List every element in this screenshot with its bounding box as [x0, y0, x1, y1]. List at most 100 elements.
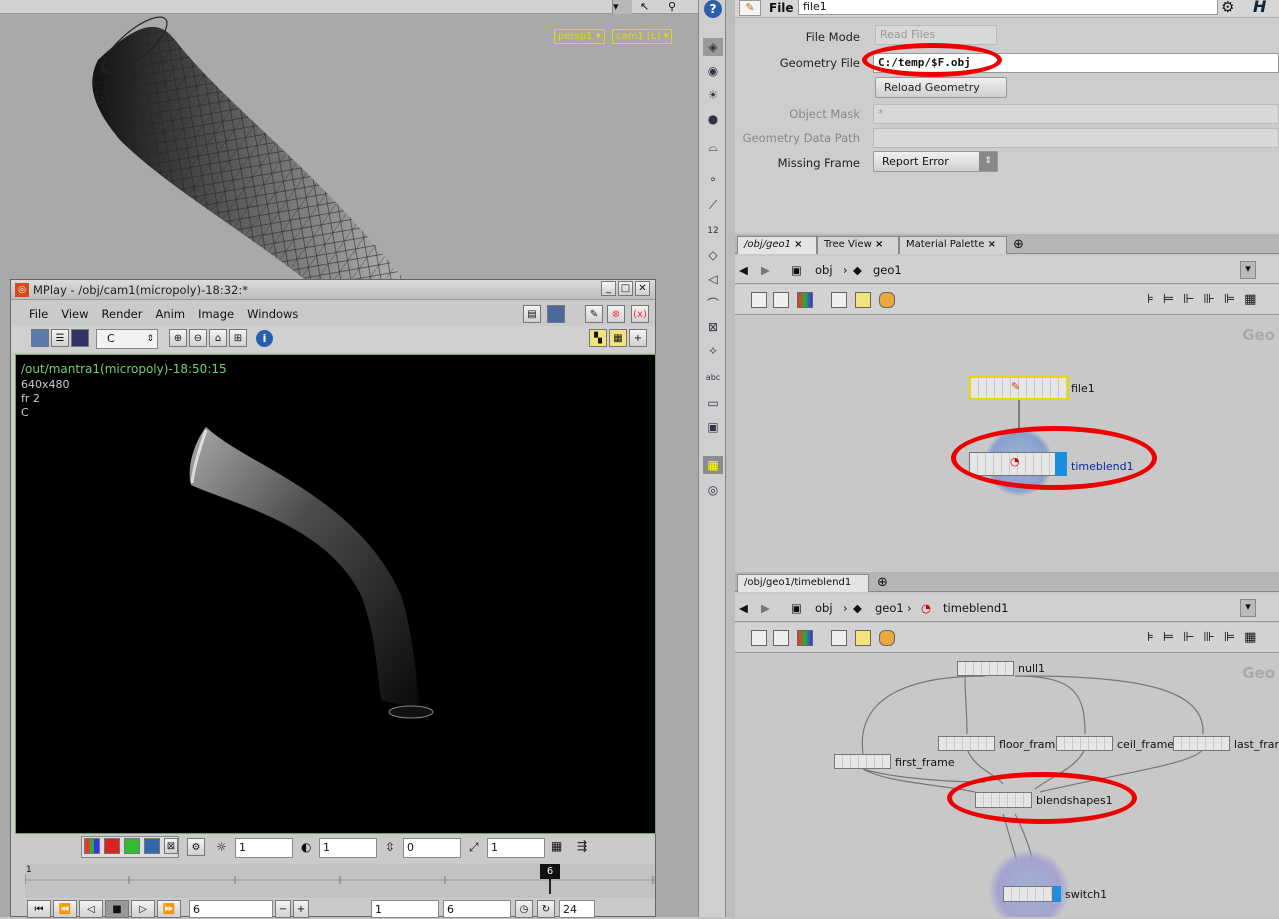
layout-grid-icon[interactable]: ▦ [703, 456, 723, 474]
forward-arrow-icon[interactable]: ▶ [761, 599, 770, 617]
details-icon[interactable] [773, 292, 789, 308]
red-channel-icon[interactable] [104, 838, 120, 854]
stop-icon[interactable]: ■ [105, 900, 129, 918]
forward-arrow-icon[interactable]: ▶ [761, 261, 770, 279]
alpha-channel-icon[interactable]: ⊠ [164, 838, 178, 854]
prim-number-icon[interactable]: ◁ [703, 270, 723, 288]
gear-icon[interactable]: ⚙ [1221, 0, 1234, 16]
increment-icon[interactable]: + [293, 900, 309, 918]
bbox-icon[interactable]: ⊠ [703, 318, 723, 336]
current-frame-field[interactable]: 6 [189, 900, 273, 918]
path-obj[interactable]: obj [815, 599, 833, 617]
back-arrow-icon[interactable]: ◀ [739, 261, 748, 279]
play-reverse-icon[interactable]: ◁ [79, 900, 103, 918]
path-geo1[interactable]: geo1 [875, 599, 904, 617]
network-box-icon[interactable] [831, 630, 847, 646]
prim-icon[interactable]: ◇ [703, 246, 723, 264]
clock-icon[interactable]: ◷ [515, 900, 533, 918]
node-floor-frame[interactable] [938, 736, 995, 751]
close-icon[interactable]: × [875, 239, 883, 250]
close-icon[interactable]: × [988, 239, 996, 250]
network-box-icon[interactable] [831, 292, 847, 308]
menu-anim[interactable]: Anim [156, 307, 186, 321]
path-geo1[interactable]: geo1 [873, 261, 902, 279]
channel-icon[interactable] [71, 329, 89, 347]
list-view-icon[interactable] [751, 292, 767, 308]
fps-field[interactable]: 24 [559, 900, 595, 918]
add-tab-icon[interactable]: ⊕ [1013, 237, 1024, 252]
mplay-titlebar[interactable]: ◎ MPlay - /obj/cam1(micropoly)-18:32:* _… [11, 280, 655, 300]
image-icon[interactable]: ▣ [703, 418, 723, 436]
tab-tree-view[interactable]: Tree View × [817, 236, 899, 254]
decrement-icon[interactable]: − [275, 900, 291, 918]
path-dropdown-icon[interactable]: ▾ [1240, 261, 1256, 279]
camera-cam-menu[interactable]: cam1 [L] ▾ [612, 29, 673, 44]
zoom-out-icon[interactable]: ⊖ [189, 329, 207, 347]
render-icon[interactable]: ✎ [585, 305, 603, 323]
node-null1[interactable] [957, 661, 1014, 676]
abc-icon[interactable]: abc [703, 368, 723, 386]
monitor-icon[interactable] [547, 305, 565, 323]
tab-obj-geo1-timeblend1[interactable]: /obj/geo1/timeblend1 × [737, 574, 869, 604]
color-palette-icon[interactable] [797, 292, 813, 308]
minimize-icon[interactable]: _ [601, 281, 616, 296]
node-last-frame[interactable] [1173, 736, 1230, 751]
grid-icon[interactable]: ▦ [609, 329, 627, 347]
eye-icon[interactable]: ◎ [703, 481, 723, 499]
node-name-field[interactable]: file1 [798, 0, 1218, 15]
light-icon[interactable]: ☀ [703, 86, 723, 104]
timeline[interactable]: 1 6 [25, 864, 655, 898]
current-frame-marker[interactable]: 6 [540, 864, 560, 879]
info-icon[interactable]: i [256, 330, 273, 347]
view-mode-icon[interactable] [31, 329, 49, 347]
pane-divider[interactable] [726, 0, 735, 917]
maximize-icon[interactable]: □ [618, 281, 633, 296]
path-dropdown-icon[interactable]: ▾ [1240, 599, 1256, 617]
details-icon[interactable] [773, 630, 789, 646]
exposure-field[interactable]: 1 [319, 838, 377, 858]
help-icon[interactable]: ? [703, 0, 723, 18]
blue-channel-icon[interactable] [144, 838, 160, 854]
file-mode-select[interactable]: Read Files [875, 25, 997, 45]
add-icon[interactable]: + [629, 329, 647, 347]
channel-select[interactable]: C ⇕ [96, 329, 158, 349]
menu-windows[interactable]: Windows [247, 307, 298, 321]
path-timeblend1[interactable]: timeblend1 [943, 599, 1008, 617]
menu-render[interactable]: Render [102, 307, 143, 321]
rgb-channel-icon[interactable] [84, 838, 100, 854]
node-first-frame[interactable] [834, 754, 891, 769]
export-icon[interactable]: ⇶ [577, 839, 587, 853]
step-forward-icon[interactable]: ⏩ [157, 900, 181, 918]
tab-obj-geo1[interactable]: /obj/geo1 × [737, 236, 817, 254]
zoom-in-icon[interactable]: ⊕ [169, 329, 187, 347]
layout-icons[interactable]: ⊧⊨⊩⊪⊫▦ [1147, 292, 1265, 307]
scale-field[interactable]: 1 [487, 838, 545, 858]
range-end-field[interactable]: 6 [443, 900, 511, 918]
shading-icon[interactable]: ⌓ [703, 138, 723, 156]
back-arrow-icon[interactable]: ◀ [739, 599, 748, 617]
display-flag[interactable] [1053, 886, 1061, 902]
loop-icon[interactable]: ↻ [537, 900, 555, 918]
object-mask-field[interactable]: * [873, 104, 1279, 124]
network-canvas[interactable]: Geo ✎ file1 ◔ timeblend1 [735, 316, 1279, 570]
sticky-note-icon[interactable] [855, 630, 871, 646]
add-tab-icon[interactable]: ⊕ [877, 575, 888, 590]
snapshot-icon[interactable]: ▤ [523, 305, 541, 323]
offset-field[interactable]: 0 [403, 838, 461, 858]
camera-persp-menu[interactable]: persp1 ▾ [554, 29, 605, 44]
geometry-data-path-field[interactable] [873, 128, 1279, 148]
stop-render-icon[interactable]: ⊗ [607, 305, 625, 323]
display-options-icon[interactable]: ◈ [703, 38, 723, 56]
step-back-icon[interactable]: ⏪ [53, 900, 77, 918]
camera-icon[interactable]: ◉ [703, 62, 723, 80]
home-icon[interactable]: ⌂ [209, 329, 227, 347]
point-number-icon[interactable]: 12 [703, 222, 723, 240]
menu-image[interactable]: Image [198, 307, 234, 321]
normal-icon[interactable]: ⟋ [703, 196, 723, 214]
missing-frame-select[interactable]: Report Error ⇕ [873, 151, 998, 172]
close-window-icon[interactable]: ✕ [635, 281, 650, 296]
green-channel-icon[interactable] [124, 838, 140, 854]
node-file1[interactable]: ✎ [969, 376, 1069, 400]
handle-icon[interactable]: ✧ [703, 342, 723, 360]
subnet-icon[interactable] [879, 292, 895, 308]
